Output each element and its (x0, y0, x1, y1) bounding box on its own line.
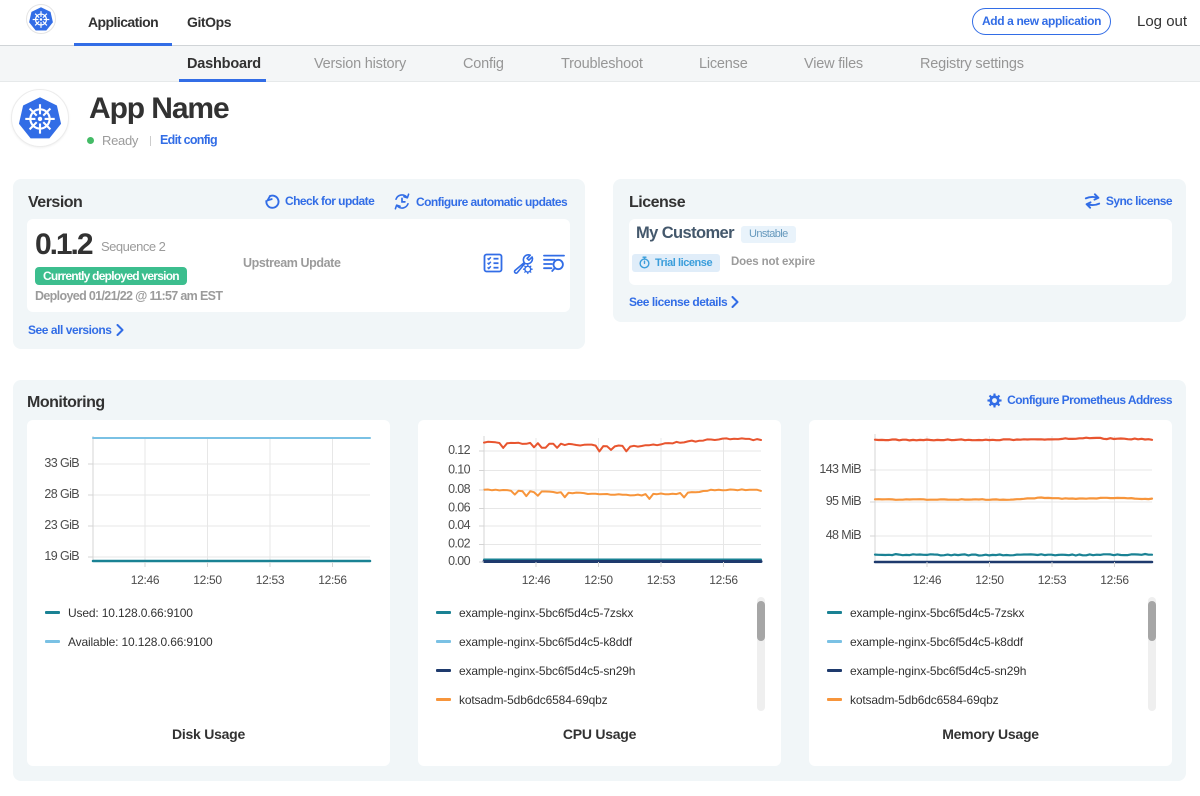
svg-text:23 GiB: 23 GiB (44, 518, 79, 532)
svg-text:12:53: 12:53 (256, 573, 285, 587)
svg-text:12:56: 12:56 (709, 573, 738, 587)
svg-text:0.08: 0.08 (448, 482, 471, 496)
svg-text:33 GiB: 33 GiB (44, 456, 79, 470)
svg-text:0.10: 0.10 (448, 463, 471, 477)
svg-text:48 MiB: 48 MiB (826, 528, 862, 542)
svg-text:0.02: 0.02 (448, 537, 471, 551)
svg-text:143 MiB: 143 MiB (819, 462, 861, 476)
svg-text:12:50: 12:50 (193, 573, 222, 587)
svg-text:12:50: 12:50 (584, 573, 613, 587)
svg-text:95 MiB: 95 MiB (826, 494, 862, 508)
svg-text:19 GiB: 19 GiB (44, 549, 79, 563)
svg-text:12:56: 12:56 (1100, 573, 1129, 587)
svg-text:0.12: 0.12 (448, 443, 471, 457)
svg-text:0.04: 0.04 (448, 518, 471, 532)
svg-text:12:50: 12:50 (975, 573, 1004, 587)
svg-text:12:56: 12:56 (318, 573, 347, 587)
svg-text:28 GiB: 28 GiB (44, 487, 79, 501)
svg-text:0.06: 0.06 (448, 501, 471, 515)
svg-text:12:46: 12:46 (913, 573, 942, 587)
svg-text:12:46: 12:46 (522, 573, 551, 587)
svg-text:12:53: 12:53 (647, 573, 676, 587)
svg-text:12:46: 12:46 (131, 573, 160, 587)
svg-text:0.00: 0.00 (448, 554, 471, 568)
svg-text:12:53: 12:53 (1038, 573, 1067, 587)
